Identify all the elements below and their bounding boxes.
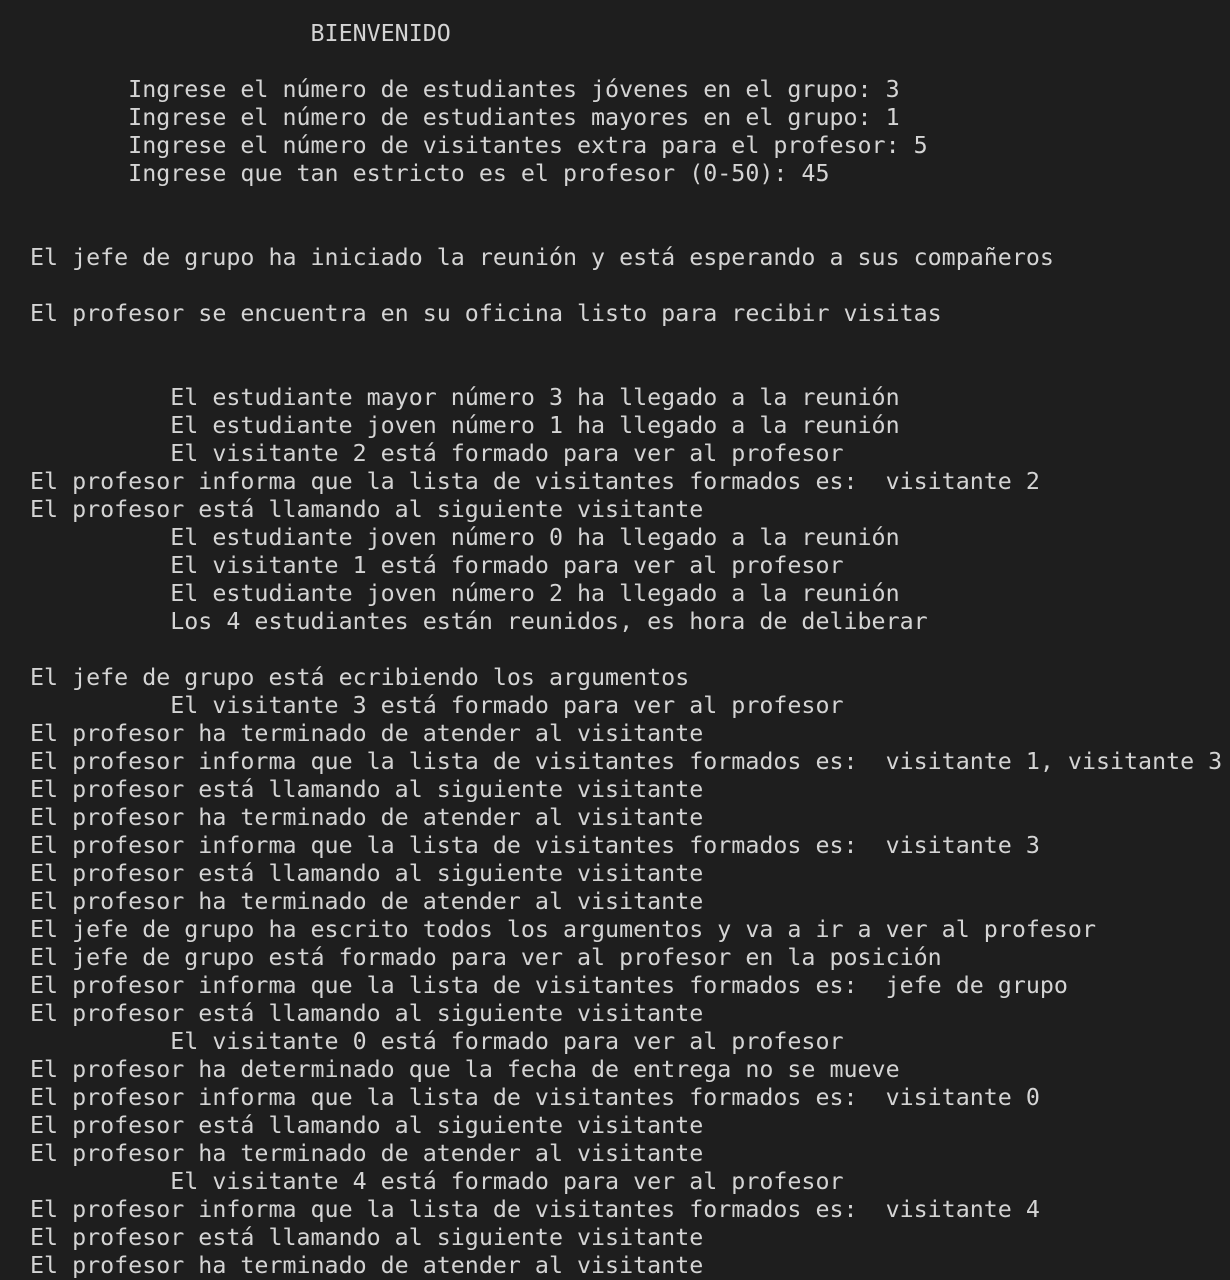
terminal-line: El visitante 2 está formado para ver al …: [30, 440, 844, 467]
terminal-line: El profesor ha terminado de atender al v…: [30, 720, 704, 747]
terminal-line: El profesor ha determinado que la fecha …: [30, 1056, 900, 1083]
terminal-line: El jefe de grupo ha escrito todos los ar…: [30, 916, 1096, 943]
terminal-line: Ingrese el número de visitantes extra pa…: [30, 132, 928, 159]
terminal-line: El profesor ha terminado de atender al v…: [30, 1252, 704, 1279]
terminal-line: El profesor informa que la lista de visi…: [30, 748, 1223, 775]
terminal-line: Ingrese el número de estudiantes jóvenes…: [30, 76, 900, 103]
terminal-line: El visitante 1 está formado para ver al …: [30, 552, 844, 579]
terminal-line: El profesor informa que la lista de visi…: [30, 468, 1040, 495]
terminal-line: El profesor informa que la lista de visi…: [30, 1196, 1040, 1223]
terminal-line: El profesor está llamando al siguiente v…: [30, 860, 704, 887]
terminal-line: El profesor se encuentra en su oficina l…: [30, 300, 942, 327]
terminal-output: BIENVENIDO Ingrese el número de estudian…: [0, 0, 1230, 1280]
terminal-line: El profesor está llamando al siguiente v…: [30, 1000, 704, 1027]
terminal-line: El profesor informa que la lista de visi…: [30, 1084, 1040, 1111]
terminal-line: El profesor está llamando al siguiente v…: [30, 1224, 704, 1251]
terminal-line: Ingrese el número de estudiantes mayores…: [30, 104, 900, 131]
terminal-line: El estudiante mayor número 3 ha llegado …: [30, 384, 900, 411]
terminal-line: El profesor está llamando al siguiente v…: [30, 1112, 704, 1139]
terminal-line: El visitante 3 está formado para ver al …: [30, 692, 844, 719]
terminal-line: El profesor ha terminado de atender al v…: [30, 888, 704, 915]
terminal-line: El jefe de grupo está ecribiendo los arg…: [30, 664, 690, 691]
terminal-line: Ingrese que tan estricto es el profesor …: [30, 160, 830, 187]
terminal-line: El jefe de grupo ha iniciado la reunión …: [30, 244, 1054, 271]
terminal-line: El profesor está llamando al siguiente v…: [30, 496, 704, 523]
terminal-line: El estudiante joven número 2 ha llegado …: [30, 580, 900, 607]
terminal-line: El estudiante joven número 1 ha llegado …: [30, 412, 900, 439]
terminal-line: El profesor ha terminado de atender al v…: [30, 804, 704, 831]
terminal-line: El visitante 0 está formado para ver al …: [30, 1028, 844, 1055]
terminal-line: El jefe de grupo está formado para ver a…: [30, 944, 942, 971]
terminal-line: Los 4 estudiantes están reunidos, es hor…: [30, 608, 928, 635]
terminal-line: El profesor informa que la lista de visi…: [30, 832, 1040, 859]
terminal-line: El profesor está llamando al siguiente v…: [30, 776, 704, 803]
terminal-line: BIENVENIDO: [30, 20, 451, 47]
terminal-line: El profesor informa que la lista de visi…: [30, 972, 1068, 999]
terminal-line: El visitante 4 está formado para ver al …: [30, 1168, 844, 1195]
terminal-line: El profesor ha terminado de atender al v…: [30, 1140, 704, 1167]
terminal-line: El estudiante joven número 0 ha llegado …: [30, 524, 900, 551]
